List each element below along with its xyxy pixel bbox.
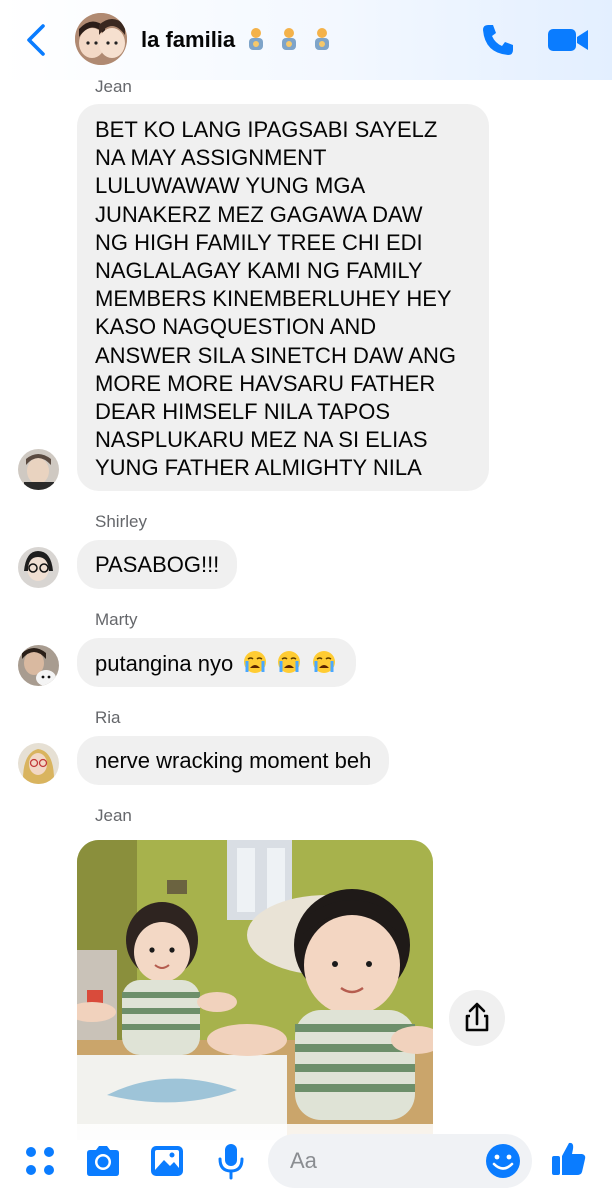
message-bubble[interactable]: BET KO LANG IPAGSABI SAYELZ NA MAY ASSIG… [77, 104, 489, 491]
title-emoji [245, 28, 333, 51]
avatar[interactable] [18, 449, 59, 490]
message-line: KASO NAGQUESTION AND [95, 314, 377, 340]
person-feeding-baby-icon [282, 28, 297, 50]
message-line: MEMBERS KINEMBERLUHEY HEY [95, 286, 452, 312]
sender-name: Ria [95, 708, 121, 727]
back-chevron-icon[interactable] [22, 22, 52, 58]
message-line: ANSWER SILA SINETCH DAW ANG [95, 342, 457, 368]
crying-face-icon [278, 651, 301, 673]
phone-icon[interactable] [480, 22, 516, 58]
share-icon [465, 1002, 489, 1032]
avatar[interactable] [18, 547, 59, 588]
message-line: YUNG FATHER ALMIGHTY NILA [95, 455, 422, 481]
message-bubble[interactable]: PASABOG!!! [77, 540, 238, 589]
sender-name: Shirley [95, 512, 147, 531]
crying-face-icon [312, 651, 335, 673]
message-line: MORE MORE HAVSARU FATHER [95, 370, 436, 396]
sender-name: Jean [95, 77, 132, 96]
sender-name: Marty [95, 610, 138, 629]
conversation-title[interactable]: la familia [141, 27, 333, 53]
person-feeding-baby-icon [315, 28, 330, 50]
gallery-icon[interactable] [147, 1141, 187, 1181]
message-text: nerve wracking moment beh [95, 748, 372, 773]
microphone-icon[interactable] [211, 1141, 251, 1181]
message-line: NG HIGH FAMILY TREE CHI EDI [95, 229, 423, 255]
message-input-placeholder: Aa [290, 1148, 317, 1173]
message-text: putangina nyo [95, 651, 234, 676]
grid-menu-icon[interactable] [20, 1141, 60, 1181]
message-bubble[interactable]: putangina nyo [77, 638, 356, 687]
person-feeding-baby-icon [249, 28, 264, 50]
share-button[interactable] [449, 990, 505, 1046]
message-line: NAGLALAGAY KAMI NG FAMILY [95, 258, 423, 284]
message-line: JUNAKERZ MEZ GAGAWA DAW [95, 201, 423, 227]
emoji-icon[interactable] [483, 1141, 523, 1181]
conversation-header: la familia [0, 0, 612, 80]
photo-attachment[interactable] [77, 840, 433, 1140]
crying-face-icon [244, 651, 267, 673]
video-camera-icon[interactable] [546, 24, 590, 56]
camera-icon[interactable] [83, 1141, 123, 1181]
message-line: LULUWAWAW YUNG MGA [95, 173, 366, 199]
sender-name: Jean [95, 806, 132, 825]
message-line: BET KO LANG IPAGSABI SAYELZ [95, 117, 438, 142]
thumbs-up-icon[interactable] [549, 1139, 589, 1179]
message-text: PASABOG!!! [95, 552, 220, 577]
message-bubble[interactable]: nerve wracking moment beh [77, 736, 390, 785]
message-line: DEAR HIMSELF NILA TAPOS [95, 399, 391, 425]
avatar[interactable] [18, 645, 59, 686]
avatar[interactable] [18, 743, 59, 784]
group-avatar[interactable] [75, 13, 127, 65]
message-line: NASPLUKARU MEZ NA SI ELIAS [95, 427, 428, 453]
conversation-title-text: la familia [141, 27, 236, 52]
message-line: NA MAY ASSIGNMENT [95, 145, 327, 171]
